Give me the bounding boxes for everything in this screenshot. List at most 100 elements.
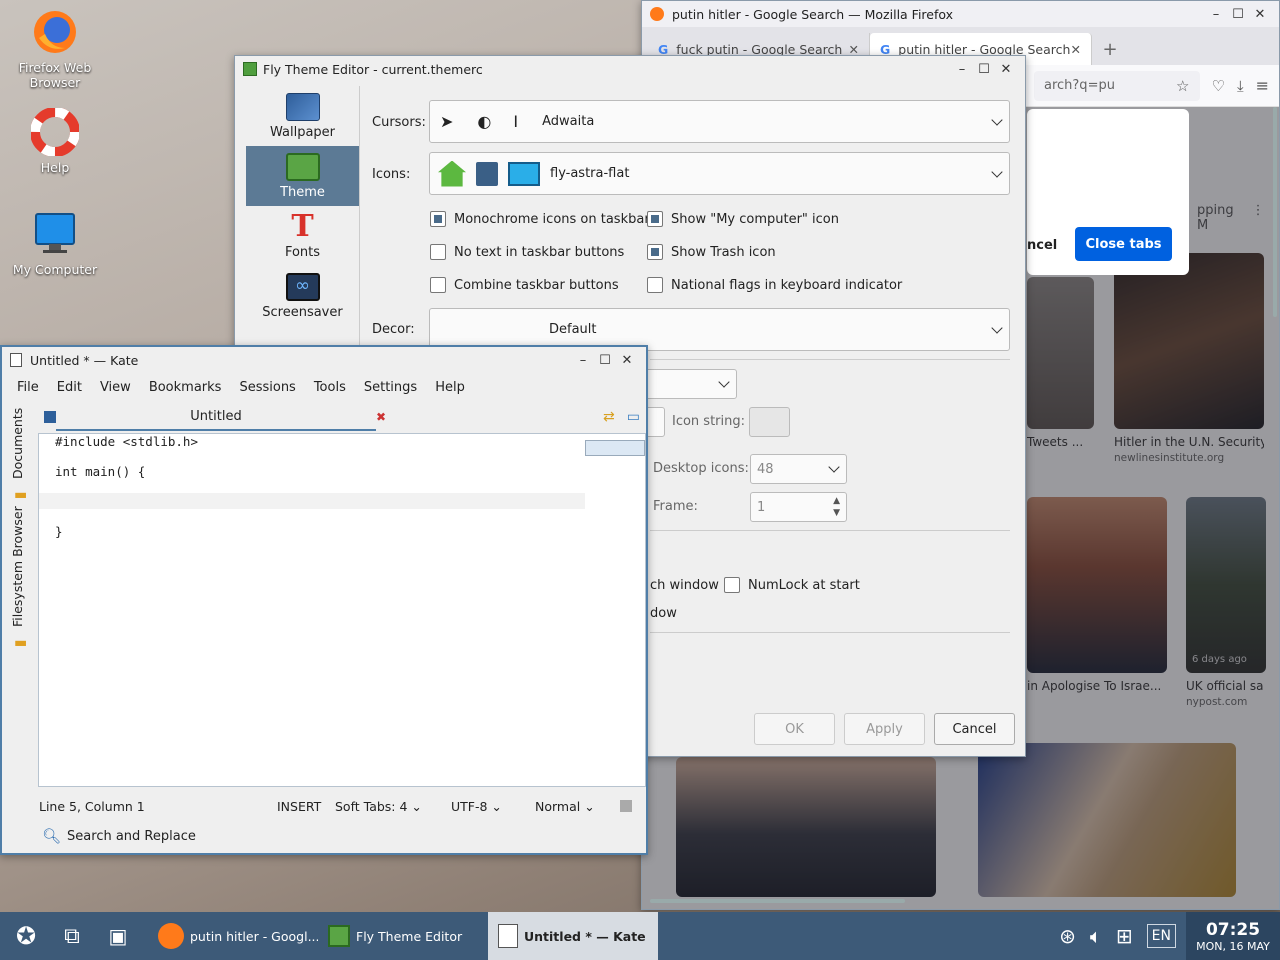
indent-setting[interactable]: Soft Tabs: 4 ⌄ [335, 799, 451, 814]
kate-window[interactable]: Untitled * — Kate – ☐ ✕ File Edit View B… [0, 345, 648, 855]
kate-titlebar[interactable]: Untitled * — Kate – ☐ ✕ [2, 347, 646, 373]
checkbox-show-my-computer[interactable]: Show "My computer" icon [647, 211, 839, 227]
desktop-icon-label: Browser [29, 75, 81, 90]
maximize-button[interactable]: ☐ [973, 62, 995, 77]
start-menu-icon[interactable]: ✪ [6, 916, 46, 956]
close-button[interactable]: ✕ [995, 62, 1017, 77]
side-tab-documents[interactable]: Documents [10, 408, 25, 479]
checkbox-box[interactable] [647, 244, 663, 260]
section-divider [650, 359, 1010, 360]
checkbox-show-trash[interactable]: Show Trash icon [647, 244, 776, 260]
status-bar: Line 5, Column 1 INSERT Soft Tabs: 4 ⌄ U… [2, 793, 646, 819]
ok-button[interactable]: OK [754, 713, 835, 745]
cursor-position[interactable]: Line 5, Column 1 [39, 799, 277, 814]
search-replace-tab[interactable]: 🔍︎ Search and Replace [42, 827, 196, 845]
bookmark-star-icon[interactable]: ☆ [1176, 77, 1189, 95]
keyboard-layout[interactable]: EN [1146, 924, 1176, 948]
icon-string-input[interactable] [749, 407, 790, 437]
checkbox-numlock[interactable]: NumLock at start [724, 577, 860, 593]
syntax-mode[interactable]: Normal ⌄ [535, 799, 620, 814]
sidebar-item-wallpaper[interactable]: Wallpaper [246, 86, 359, 146]
sidebar-item-fonts[interactable]: T Fonts [246, 206, 359, 266]
task-theme-editor[interactable]: Fly Theme Editor [318, 912, 488, 960]
tab-close-icon[interactable]: ✕ [1071, 42, 1081, 57]
clock[interactable]: 07:25 MON, 16 MAY [1186, 912, 1280, 960]
minimize-button[interactable]: – [1205, 7, 1227, 22]
sidebar-item-theme[interactable]: Theme [246, 146, 359, 206]
document-tab[interactable]: Untitled [56, 403, 376, 431]
desktop-icon-my-computer[interactable]: My Computer [5, 210, 105, 277]
firefox-title-icon [650, 7, 664, 21]
horizontal-scrollbar[interactable] [650, 899, 905, 903]
volume-icon[interactable]: 🔈︎ [1090, 924, 1102, 948]
desktop-icons-select[interactable]: 48 [750, 454, 847, 484]
close-tabs-button[interactable]: Close tabs [1075, 227, 1172, 261]
menu-file[interactable]: File [8, 380, 48, 395]
checkbox-no-text-taskbar[interactable]: No text in taskbar buttons [430, 244, 624, 260]
firefox-titlebar[interactable]: putin hitler - Google Search — Mozilla F… [642, 1, 1279, 27]
menu-tools[interactable]: Tools [305, 380, 355, 395]
new-tab-icon[interactable]: + [1092, 33, 1128, 65]
menu-icon[interactable]: ≡ [1256, 76, 1269, 95]
split-view-icon[interactable]: ▭ [627, 409, 640, 425]
checkbox-box[interactable] [430, 277, 446, 293]
checkbox-box[interactable] [724, 577, 740, 593]
network-icon[interactable]: ⊞ [1116, 924, 1133, 948]
menu-edit[interactable]: Edit [48, 380, 91, 395]
theme-editor-titlebar[interactable]: Fly Theme Editor - current.themerc – ☐ ✕ [235, 56, 1025, 82]
close-document-icon[interactable]: ✖ [376, 410, 386, 424]
desktop-icon-help[interactable]: Help [5, 107, 105, 175]
code-editor[interactable]: #include <stdlib.h> int main() { } [38, 433, 646, 787]
side-tab-filesystem[interactable]: Filesystem Browser [10, 506, 25, 627]
home-icon [438, 160, 466, 187]
checkbox-box[interactable] [430, 211, 446, 227]
icons-select[interactable]: fly-astra-flat [429, 152, 1010, 195]
network-share-icon[interactable]: ⊛ [1059, 924, 1076, 948]
vertical-scrollbar[interactable] [1273, 107, 1277, 317]
maximize-button[interactable]: ☐ [594, 353, 616, 368]
document-tab-bar: Untitled ✖ ⇄ ▭ [38, 403, 646, 431]
cancel-button[interactable]: ncel [1027, 229, 1057, 261]
checkbox-combine-taskbar[interactable]: Combine taskbar buttons [430, 277, 619, 293]
download-icon[interactable]: ⤓ [1237, 77, 1244, 95]
checkbox-national-flags[interactable]: National flags in keyboard indicator [647, 277, 902, 293]
menu-sessions[interactable]: Sessions [230, 380, 304, 395]
spin-arrows-icon[interactable]: ▲ ▼ [833, 495, 840, 519]
checkbox-box[interactable] [430, 244, 446, 260]
maximize-button[interactable]: ☐ [1227, 7, 1249, 22]
launch-window-label: ch window [650, 578, 719, 593]
style-select[interactable] [645, 369, 737, 399]
cursors-select[interactable]: ➤ ◐ I Adwaita [429, 100, 1010, 143]
menu-bookmarks[interactable]: Bookmarks [140, 380, 231, 395]
show-windows-icon[interactable]: ⧉ [52, 916, 92, 956]
input-mode[interactable]: INSERT [277, 799, 335, 814]
menu-view[interactable]: View [91, 380, 140, 395]
checkbox-box[interactable] [647, 211, 663, 227]
minimize-button[interactable]: – [951, 62, 973, 77]
minimap[interactable] [585, 440, 645, 456]
url-bar[interactable]: arch?q=pu ☆ [1034, 70, 1200, 101]
task-firefox[interactable]: putin hitler - Googl... [148, 912, 318, 960]
apply-button[interactable]: Apply [844, 713, 925, 745]
checkbox-box[interactable] [647, 277, 663, 293]
save-icon[interactable] [44, 411, 56, 423]
quick-open-icon[interactable]: ⇄ [603, 409, 615, 425]
system-tray: ⊛ 🔈︎ ⊞ EN 07:25 MON, 16 MAY [1059, 912, 1280, 960]
file-manager-icon[interactable]: ▣ [98, 916, 138, 956]
menu-help[interactable]: Help [426, 380, 474, 395]
frame-spinbox[interactable]: 1 ▲ ▼ [750, 492, 847, 522]
task-kate[interactable]: Untitled * — Kate [488, 912, 658, 960]
icon-preview-box[interactable] [645, 407, 665, 437]
cancel-button[interactable]: Cancel [934, 713, 1015, 745]
checkbox-monochrome-icons[interactable]: Monochrome icons on taskbar [430, 211, 650, 227]
desktop-icon-firefox[interactable]: Firefox Web Browser [5, 8, 105, 90]
menu-settings[interactable]: Settings [355, 380, 426, 395]
close-button[interactable]: ✕ [616, 353, 638, 368]
clock-date: MON, 16 MAY [1196, 939, 1270, 953]
code-line: int main() { [55, 464, 146, 479]
pocket-icon[interactable]: ♡ [1212, 77, 1225, 95]
minimize-button[interactable]: – [572, 353, 594, 368]
sidebar-item-screensaver[interactable]: ∞ Screensaver [246, 266, 359, 326]
encoding-setting[interactable]: UTF-8 ⌄ [451, 799, 535, 814]
close-button[interactable]: ✕ [1249, 7, 1271, 22]
